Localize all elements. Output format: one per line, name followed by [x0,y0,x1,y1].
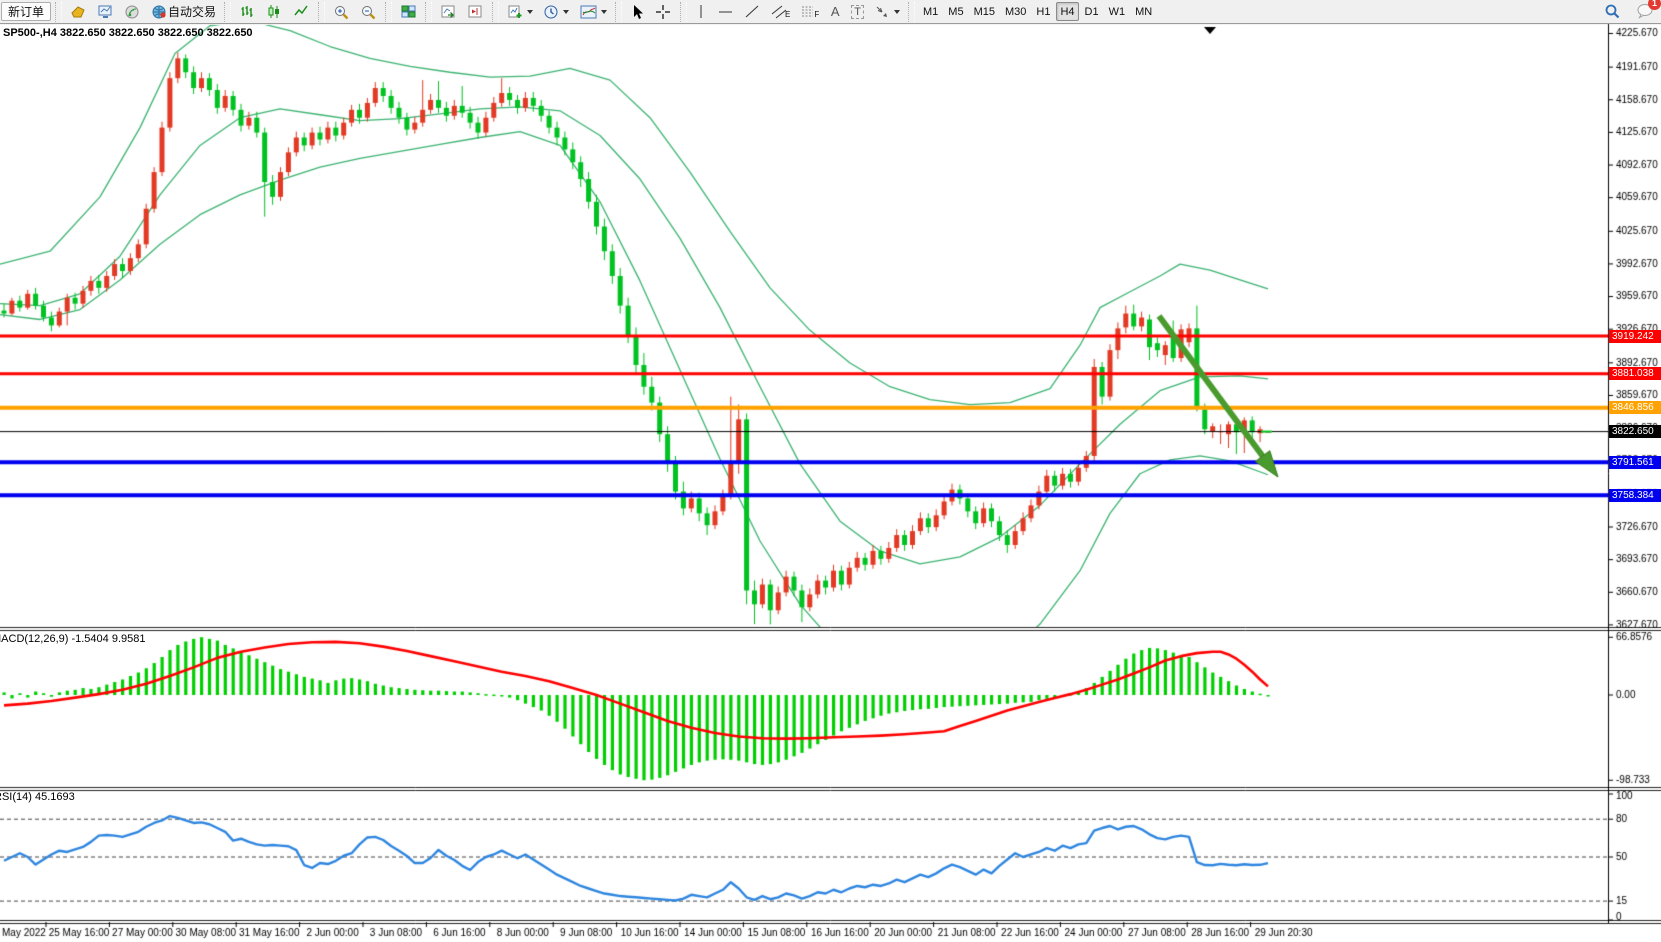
signal-icon[interactable] [120,2,145,21]
text-tool-glyph: A [831,5,840,18]
auto-trading-button[interactable]: 自动交易 [147,2,220,21]
main-toolbar: 新订单 自动交易 E F A T [0,0,1661,24]
notifications-button[interactable]: 1 [1636,2,1655,22]
timeframe-d1-button[interactable]: D1 [1081,2,1103,21]
toolbar-separator [492,2,499,22]
terminal-icon[interactable] [93,2,118,21]
toolbar-separator [680,2,687,22]
price-line-label: 3919.242 [1609,330,1661,343]
timeframe-h4-button[interactable]: H4 [1056,2,1078,21]
macd-label: MACD(12,26,9) -1.5404 9.9581 [0,633,145,645]
toolbar-separator [908,2,915,22]
dropdown-arrow-icon [527,10,533,14]
line-chart-type-icon[interactable] [289,2,314,21]
price-line-label: 3881.038 [1609,367,1661,380]
horizontal-line-tool-icon[interactable] [713,2,738,21]
price-chart-canvas[interactable] [0,0,1661,942]
toolbar-separator [615,2,622,22]
toolbar-separator [318,2,325,22]
timeframe-m1-button[interactable]: M1 [919,2,942,21]
new-chart-icon[interactable] [503,2,537,21]
price-line-label: 3846.856 [1609,401,1661,414]
chart-shift-icon[interactable] [463,2,488,21]
vertical-line-tool-icon[interactable] [691,2,711,21]
search-icon[interactable] [1599,2,1625,21]
chart-title: SP500-,H4 3822.650 3822.650 3822.650 382… [3,27,253,39]
timeframe-group: M1 M5 M15 M30 H1 H4 D1 W1 MN [918,2,1157,21]
rsi-label: RSI(14) 45.1693 [0,791,75,803]
text-tool-icon[interactable]: A [825,2,845,21]
toolbar-separator [224,2,231,22]
period-clock-icon[interactable] [539,2,573,21]
dropdown-arrow-icon [601,10,607,14]
price-line-label: 3822.650 [1609,425,1661,438]
fibo-tool-glyph: F [814,11,819,19]
toolbar-separator [425,2,432,22]
label-tool-glyph: T [851,5,864,19]
auto-scroll-icon[interactable] [436,2,461,21]
arrows-tool-icon[interactable] [870,2,904,21]
candlestick-type-icon[interactable] [262,2,287,21]
cursor-tool-icon[interactable] [626,2,649,21]
zoom-in-icon[interactable] [329,2,354,21]
timeframe-m15-button[interactable]: M15 [970,2,999,21]
label-tool-icon[interactable]: T [847,2,868,21]
toolbar-separator [55,2,62,22]
channel-tool-icon[interactable]: E [767,2,794,21]
timeframe-m5-button[interactable]: M5 [944,2,967,21]
tile-windows-icon[interactable] [396,2,421,21]
auto-trading-label: 自动交易 [168,3,216,20]
dropdown-arrow-icon [563,10,569,14]
new-order-button[interactable]: 新订单 [1,2,51,21]
timeframe-w1-button[interactable]: W1 [1105,2,1130,21]
indicators-icon[interactable] [575,2,611,21]
channel-tool-glyph: E [785,11,790,19]
notification-badge: 1 [1648,0,1661,10]
price-line-label: 3758.384 [1609,489,1661,502]
toolbar-separator [385,2,392,22]
timeframe-h1-button[interactable]: H1 [1032,2,1054,21]
globe-icon [151,4,168,19]
zoom-out-icon[interactable] [356,2,381,21]
dropdown-arrow-icon [894,10,900,14]
fibonacci-tool-icon[interactable]: F [796,2,823,21]
timeframe-mn-button[interactable]: MN [1131,2,1156,21]
trendline-tool-icon[interactable] [740,2,765,21]
price-line-label: 3791.561 [1609,456,1661,469]
market-watch-icon[interactable] [66,2,91,21]
trading-platform-window: { "toolbar": { "new_order_label": "新订单",… [0,0,1661,942]
bar-chart-type-icon[interactable] [235,2,260,21]
timeframe-m30-button[interactable]: M30 [1001,2,1030,21]
crosshair-tool-icon[interactable] [651,2,676,21]
